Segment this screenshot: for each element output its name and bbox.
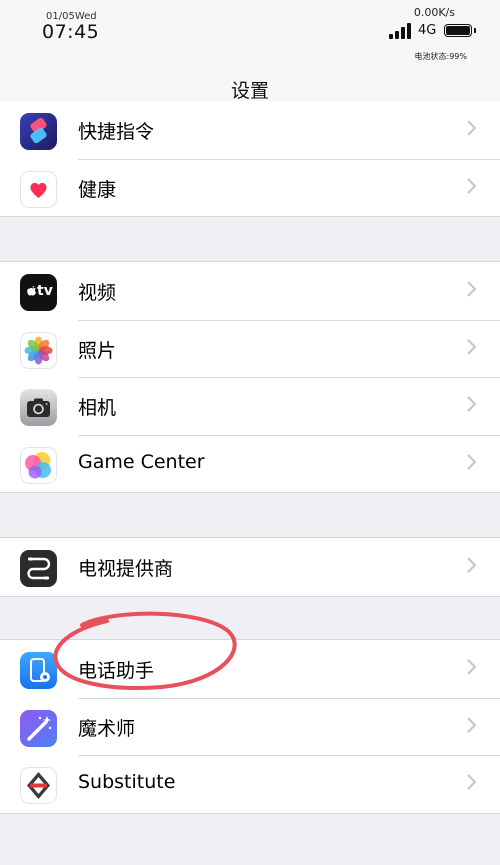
- chevron-right-icon: [467, 774, 477, 790]
- battery-state: 电池状态:99%: [414, 52, 467, 61]
- settings-item-tv-provider[interactable]: 电视提供商: [0, 538, 500, 596]
- camera-icon: [20, 389, 57, 426]
- chevron-right-icon: [467, 716, 477, 733]
- chevron-right-icon: [467, 177, 477, 194]
- settings-item-phone-assistant[interactable]: 电话助手: [0, 640, 500, 698]
- network-speed: 0.00K/s: [413, 6, 455, 19]
- game-center-icon: [20, 446, 57, 484]
- settings-item-camera[interactable]: 相机: [0, 377, 500, 435]
- settings-item-label: 健康: [78, 178, 117, 201]
- page-title: 设置: [230, 80, 269, 102]
- settings-item-substitute[interactable]: Substitute: [0, 755, 500, 813]
- status-time: 07:45: [42, 21, 100, 43]
- settings-item-label: 魔术师: [78, 717, 136, 740]
- phone-assistant-icon: [20, 652, 57, 689]
- settings-item-label: 照片: [78, 339, 117, 362]
- health-icon: [20, 170, 57, 208]
- settings-item-health[interactable]: 健康: [0, 158, 500, 217]
- settings-item-tv[interactable]: tv 视频: [0, 262, 500, 320]
- settings-item-label: 电视提供商: [78, 558, 174, 580]
- settings-item-label: 快捷指令: [78, 121, 155, 143]
- settings-item-label: Game Center: [78, 450, 205, 473]
- settings-item-game-center[interactable]: Game Center: [0, 434, 500, 493]
- settings-item-photos[interactable]: 照片: [0, 319, 500, 378]
- settings-item-label: 电话助手: [78, 660, 155, 682]
- substitute-icon: [20, 767, 57, 804]
- settings-group-3: 电视提供商: [0, 537, 500, 597]
- settings-item-label: 视频: [78, 282, 117, 304]
- chevron-right-icon: [467, 338, 477, 355]
- apple-tv-icon-text: tv: [37, 283, 53, 299]
- settings-group-4: 电话助手 魔术师 Substitute: [0, 639, 500, 814]
- apple-tv-icon: tv: [20, 274, 57, 311]
- photos-icon: [20, 331, 57, 369]
- settings-group-1: 快捷指令 健康: [0, 101, 500, 217]
- settings-group-2: tv 视频 照片 相机 Game Center: [0, 261, 500, 493]
- network-type: 4G: [418, 23, 437, 38]
- settings-item-shortcuts[interactable]: 快捷指令: [0, 101, 500, 159]
- signal-icon: [389, 23, 411, 39]
- tv-provider-icon: [20, 550, 57, 587]
- chevron-right-icon: [467, 281, 477, 297]
- chevron-right-icon: [467, 659, 477, 675]
- chevron-right-icon: [467, 396, 477, 412]
- battery-icon: [444, 24, 476, 37]
- chevron-right-icon: [467, 453, 477, 470]
- chevron-right-icon: [467, 557, 477, 573]
- settings-item-label: 相机: [78, 397, 117, 419]
- shortcuts-icon: [20, 113, 57, 150]
- chevron-right-icon: [467, 120, 477, 136]
- settings-item-magician[interactable]: 魔术师: [0, 697, 500, 756]
- status-bar: 01/05Wed 07:45 0.00K/s 4G 电池状态:99%: [0, 0, 500, 70]
- magician-icon: [20, 709, 57, 747]
- settings-item-label: Substitute: [78, 771, 176, 793]
